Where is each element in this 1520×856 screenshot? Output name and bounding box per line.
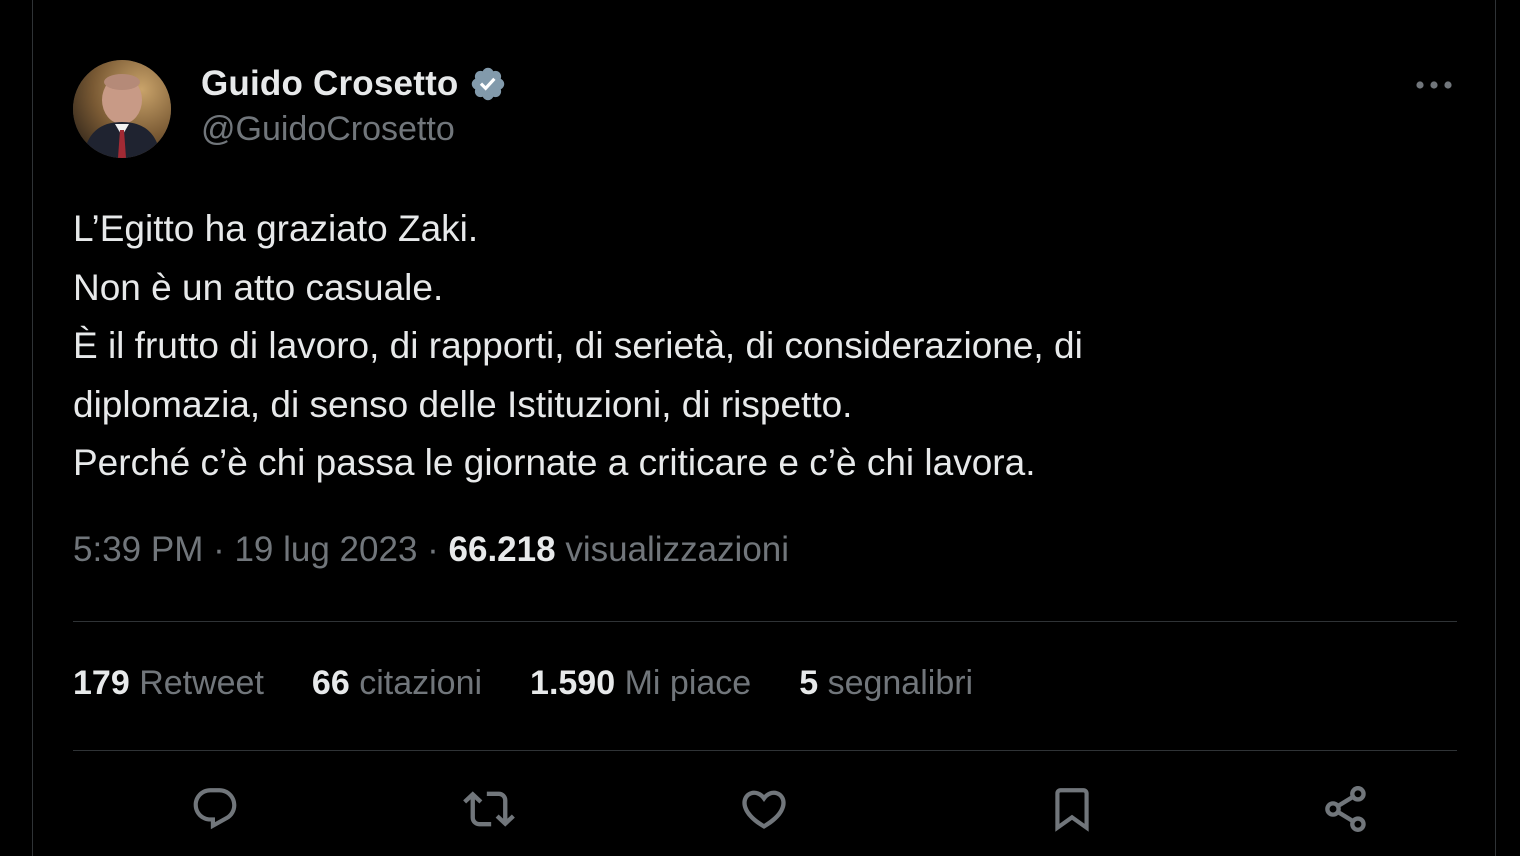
author-name-row: Guido Crosetto bbox=[201, 62, 507, 106]
tweet-text-line: Non è un atto casuale. bbox=[73, 266, 444, 308]
tweet-date[interactable]: 19 lug 2023 bbox=[234, 530, 417, 569]
tweet-text-line: Perché c’è chi passa le giornate a criti… bbox=[73, 442, 1036, 484]
heart-icon bbox=[742, 790, 786, 829]
more-options-button[interactable] bbox=[1405, 66, 1463, 104]
bookmark-button[interactable] bbox=[1039, 776, 1105, 842]
avatar[interactable] bbox=[73, 60, 171, 158]
bookmark-icon bbox=[1055, 788, 1089, 832]
views-label: visualizzazioni bbox=[565, 530, 790, 569]
stat-likes[interactable]: 1.590 Mi piace bbox=[530, 664, 751, 703]
retweet-button[interactable] bbox=[456, 776, 522, 842]
tweet-text-line: È il frutto di lavoro, di rapporti, di s… bbox=[73, 325, 1083, 367]
stat-label: Retweet bbox=[139, 664, 264, 702]
stat-label: citazioni bbox=[359, 664, 483, 702]
like-button[interactable] bbox=[731, 776, 797, 842]
engagement-stats: 179 Retweet 66 citazioni 1.590 Mi piace … bbox=[73, 664, 1021, 703]
stat-count: 5 bbox=[799, 664, 819, 702]
reply-icon bbox=[193, 788, 237, 830]
stat-count: 66 bbox=[311, 664, 350, 702]
tweet-detail: Guido Crosetto @GuidoCrosetto L’Egitto h… bbox=[32, 0, 1496, 856]
meta-separator: · bbox=[417, 530, 449, 569]
tweet-text-line: L’Egitto ha graziato Zaki. bbox=[73, 208, 479, 249]
action-bar bbox=[73, 776, 1457, 842]
stat-count: 179 bbox=[73, 664, 130, 702]
stat-label: Mi piace bbox=[624, 664, 752, 702]
author-handle[interactable]: @GuidoCrosetto bbox=[201, 110, 455, 149]
tweet-metadata: 5:39 PM · 19 lug 2023 · 66.218 visualizz… bbox=[73, 530, 789, 570]
divider bbox=[73, 750, 1457, 751]
stat-quotes[interactable]: 66 citazioni bbox=[312, 664, 482, 703]
divider bbox=[73, 621, 1457, 622]
stat-retweets[interactable]: 179 Retweet bbox=[73, 664, 264, 703]
stat-count: 1.590 bbox=[530, 664, 616, 702]
tweet-text: L’Egitto ha graziato Zaki. Non è un atto… bbox=[73, 200, 1433, 493]
tweet-time[interactable]: 5:39 PM bbox=[73, 530, 203, 569]
reply-button[interactable] bbox=[182, 776, 248, 842]
views-count: 66.218 bbox=[448, 530, 556, 569]
verified-badge-icon[interactable] bbox=[469, 65, 507, 103]
stat-label: segnalibri bbox=[827, 664, 974, 702]
tweet-text-line: diplomazia, di senso delle Istituzioni, … bbox=[73, 383, 853, 425]
author-name[interactable]: Guido Crosetto bbox=[201, 64, 459, 104]
stat-bookmarks[interactable]: 5 segnalibri bbox=[799, 664, 973, 703]
more-horizontal-icon bbox=[1416, 81, 1452, 89]
retweet-icon bbox=[463, 791, 515, 827]
share-button[interactable] bbox=[1313, 776, 1379, 842]
share-icon bbox=[1325, 786, 1366, 832]
meta-separator: · bbox=[203, 530, 235, 569]
avatar-photo bbox=[73, 60, 171, 158]
